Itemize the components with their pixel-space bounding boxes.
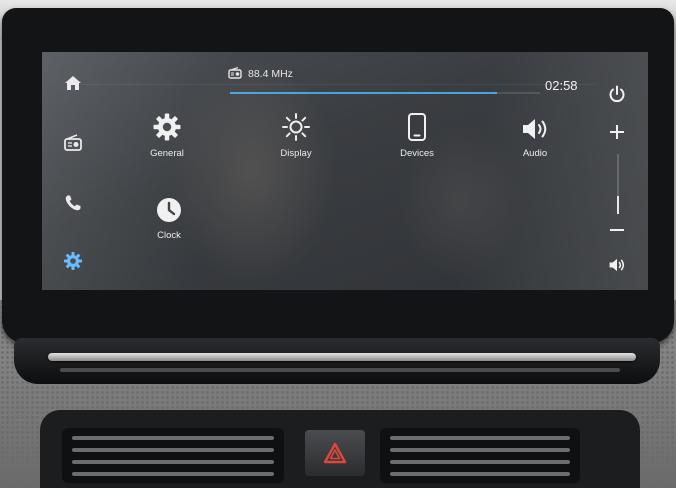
dashboard-trim [14,338,660,384]
power-icon [609,85,625,103]
infotainment-screen: 88.4 MHz 02:58 General Display Devices A… [42,52,648,290]
volume-down-button[interactable] [602,222,632,238]
radio-frequency[interactable]: 88.4 MHz [248,68,293,80]
tile-label: Audio [522,148,548,159]
clock-display: 02:58 [545,78,578,93]
settings-tile-devices[interactable]: Devices [372,104,462,159]
settings-tile-general[interactable]: General [122,104,212,159]
nav-home-button[interactable] [60,70,86,96]
radio-icon [64,134,82,151]
radio-icon [228,66,242,84]
plus-icon [610,125,624,139]
settings-tile-audio[interactable]: Audio [490,104,580,159]
air-vent-left[interactable] [62,428,284,483]
volume-slider[interactable] [617,154,619,214]
nav-settings-button[interactable] [60,248,86,274]
track-progress-bar [230,92,540,94]
settings-tile-display[interactable]: Display [251,104,341,159]
minus-icon [610,229,624,231]
power-button[interactable] [602,85,632,103]
gear-icon [153,113,181,141]
smartphone-icon [408,113,426,141]
mute-button[interactable] [602,257,632,273]
clock-icon [157,198,181,222]
gear-icon [64,252,82,270]
air-vent-right[interactable] [380,428,580,483]
tile-label: Clock [157,230,181,241]
speaker-icon [609,258,625,272]
chrome-trim-strip [48,353,636,361]
nav-radio-button[interactable] [60,130,86,156]
home-icon [65,76,81,90]
tile-label: Devices [400,148,434,159]
nav-phone-button[interactable] [60,190,86,216]
hazard-lights-button[interactable] [305,430,365,476]
volume-slider-fill [617,196,619,214]
volume-up-button[interactable] [602,124,632,140]
trim-groove [60,368,620,372]
speaker-icon [523,119,547,139]
tile-label: Display [280,148,312,159]
settings-tile-clock[interactable]: Clock [124,186,214,241]
phone-icon [65,195,81,211]
track-progress-fill [230,92,497,94]
brightness-icon [282,113,310,141]
hazard-icon [323,442,347,464]
tile-label: General [150,148,184,159]
